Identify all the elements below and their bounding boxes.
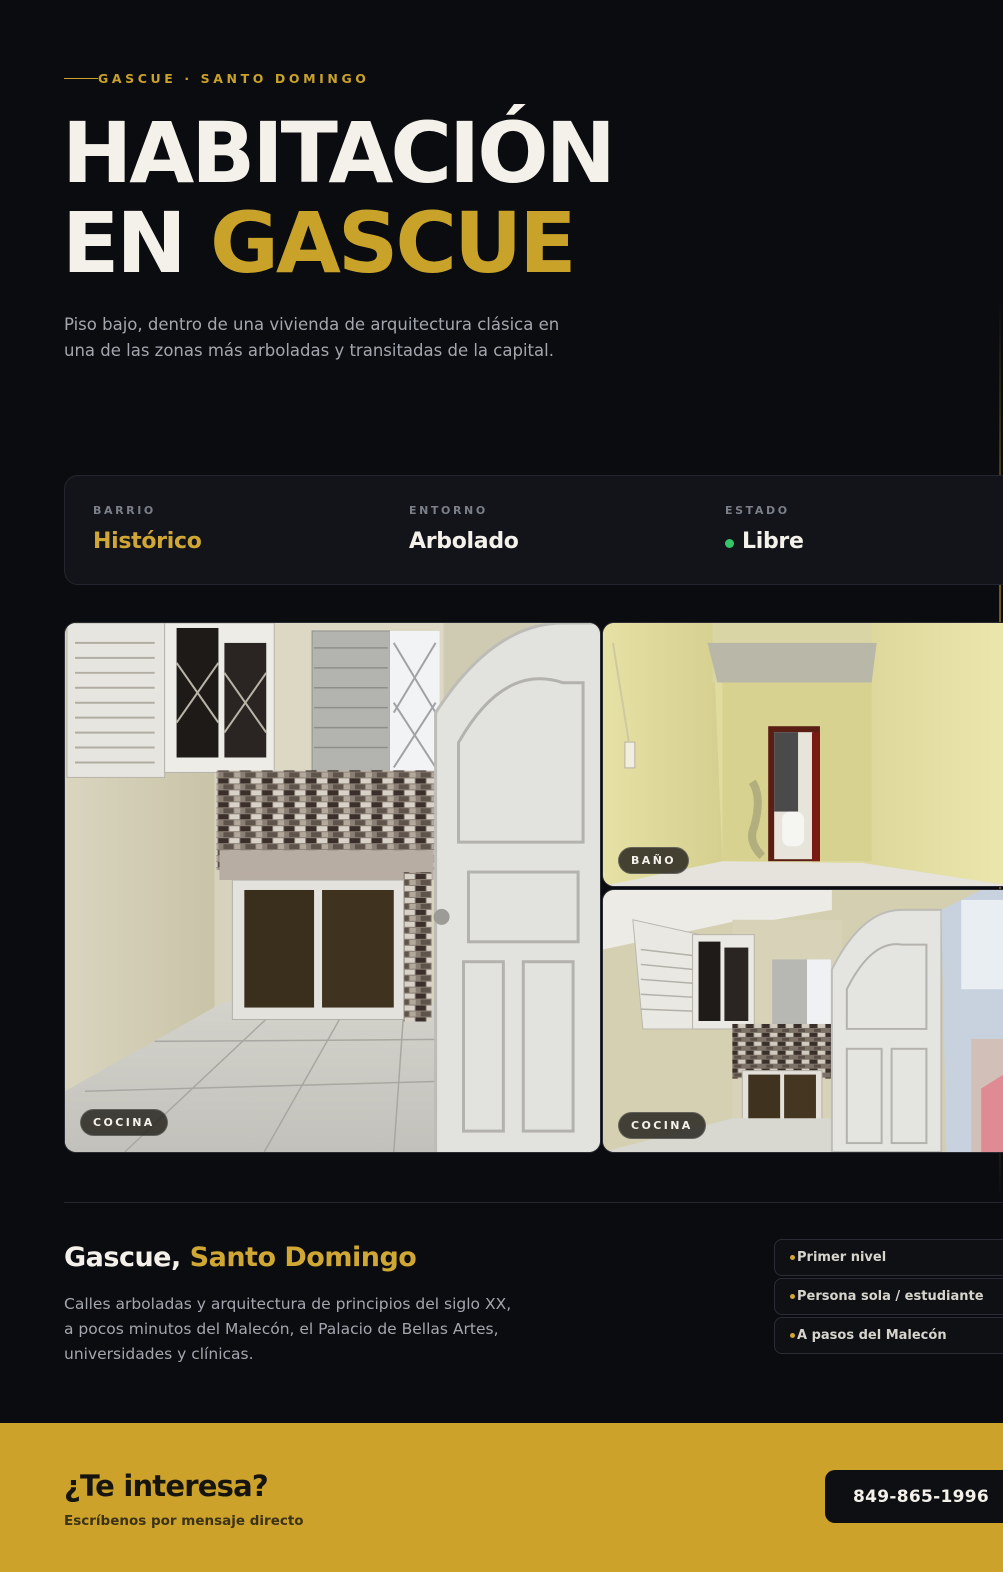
hero-title-line1: HABITACIÓN	[62, 104, 616, 202]
stat-entorno-value: Arbolado	[409, 529, 519, 554]
feature-chip-label: A pasos del Malecón	[797, 1328, 947, 1343]
photo-tag-bathroom: BAÑO	[618, 847, 690, 874]
feature-chip-label: Primer nivel	[797, 1250, 887, 1265]
bullet-icon	[790, 1255, 795, 1260]
phone-button[interactable]: 849-865-1996	[825, 1470, 1003, 1523]
feature-chip: Primer nivel	[774, 1239, 1003, 1276]
stat-barrio: BARRIO Histórico	[93, 504, 202, 554]
bullet-icon	[790, 1333, 795, 1338]
cta-title: ¿Te interesa?	[64, 1469, 269, 1503]
feature-chip-label: Persona sola / estudiante	[797, 1289, 984, 1304]
eyebrow-text: GASCUE · SANTO DOMINGO	[98, 71, 370, 86]
photo-tag-kitchen-secondary: COCINA	[618, 1112, 706, 1139]
photo-kitchen-secondary[interactable]: COCINA	[602, 889, 1003, 1153]
location-description: Calles arboladas y arquitectura de princ…	[64, 1295, 512, 1363]
hero-title-accent: GASCUE	[209, 194, 577, 292]
kitchen-photo-image	[65, 623, 600, 1152]
stats-card: BARRIO Histórico ENTORNO Arbolado ESTADO…	[64, 475, 1003, 585]
hero-title: HABITACIÓN EN GASCUE	[62, 104, 616, 288]
hero-title-line2: EN GASCUE	[62, 198, 613, 288]
stat-estado-text: Libre	[742, 529, 804, 554]
cta-banner: ¿Te interesa? Escríbenos por mensaje dir…	[0, 1423, 1003, 1572]
hero-title-prefix: EN	[62, 194, 187, 292]
bullet-icon	[790, 1294, 795, 1299]
photo-main-kitchen[interactable]: COCINA	[64, 622, 601, 1153]
stat-barrio-key: BARRIO	[93, 504, 156, 517]
stat-entorno-key: ENTORNO	[409, 504, 488, 517]
location-title-accent: Santo Domingo	[189, 1242, 417, 1273]
hero-eyebrow: GASCUE · SANTO DOMINGO	[64, 71, 370, 86]
feature-chip: A pasos del Malecón	[774, 1317, 1003, 1354]
section-divider	[64, 1202, 1003, 1203]
feature-chip: Persona sola / estudiante	[774, 1278, 1003, 1315]
hero-description: Piso bajo, dentro de una vivienda de arq…	[64, 315, 560, 360]
stat-entorno: ENTORNO Arbolado	[409, 504, 519, 554]
photo-tag-kitchen-main: COCINA	[80, 1109, 168, 1136]
eyebrow-line	[64, 78, 98, 79]
stat-estado: ESTADO Libre	[725, 504, 804, 554]
stat-estado-value: Libre	[725, 529, 804, 554]
photo-bathroom[interactable]: BAÑO	[602, 622, 1003, 887]
feature-chips: Primer nivel Persona sola / estudiante A…	[774, 1239, 1003, 1356]
status-dot-icon	[725, 539, 734, 548]
stat-estado-key: ESTADO	[725, 504, 790, 517]
cta-subtitle: Escríbenos por mensaje directo	[64, 1513, 304, 1529]
stat-barrio-value: Histórico	[93, 529, 202, 554]
location-title: Gascue, Santo Domingo	[64, 1242, 417, 1273]
location-title-prefix: Gascue,	[64, 1242, 181, 1273]
